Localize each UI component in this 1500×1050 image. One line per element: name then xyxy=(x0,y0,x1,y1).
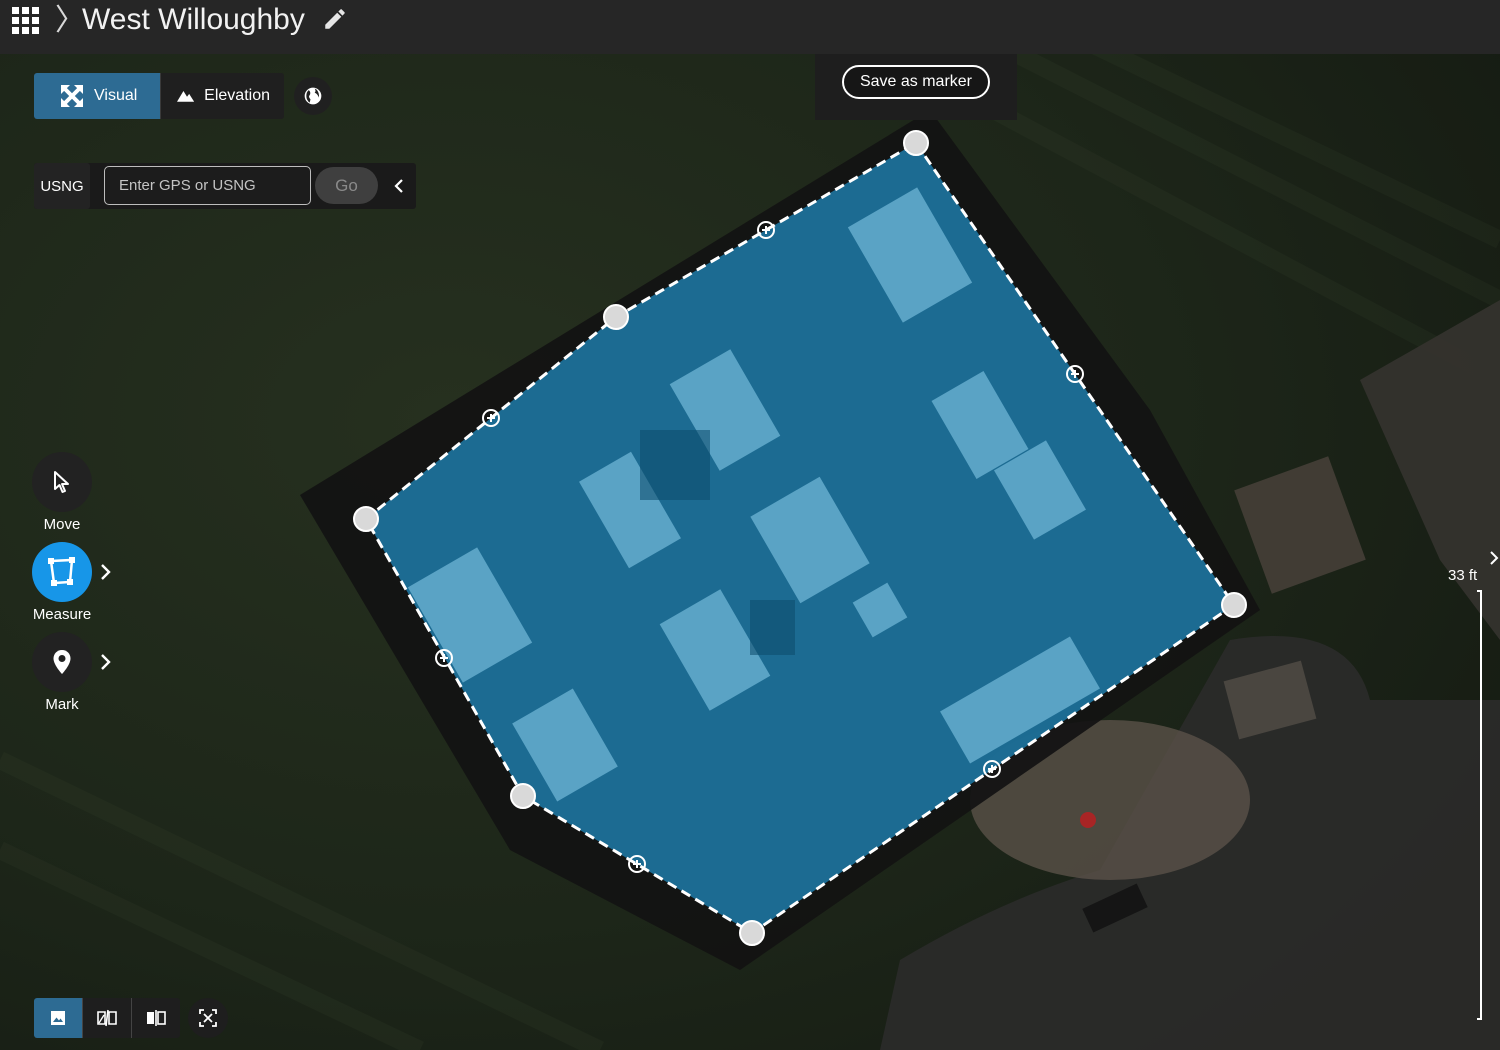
visual-view-button[interactable]: Visual xyxy=(34,73,160,119)
side-by-side-button[interactable] xyxy=(131,998,180,1038)
zoom-to-extent-button[interactable] xyxy=(188,998,228,1038)
mark-tool-button[interactable] xyxy=(32,632,92,692)
cursor-arrow-icon xyxy=(54,471,69,493)
polygon-measure-icon xyxy=(48,557,75,586)
scale-bar-label: 33 ft xyxy=(1448,567,1478,584)
side-by-side-icon xyxy=(147,1010,166,1026)
zoom-extent-icon xyxy=(199,1009,217,1027)
bottom-view-toolbar xyxy=(34,998,180,1038)
image-view-icon xyxy=(51,1011,65,1025)
single-image-view-button[interactable] xyxy=(34,998,82,1038)
apps-grid-icon[interactable] xyxy=(12,7,39,34)
collapse-search-button[interactable] xyxy=(388,172,410,200)
measure-tool-button[interactable] xyxy=(32,542,92,602)
go-button[interactable]: Go xyxy=(315,167,378,204)
compare-split-icon xyxy=(97,1009,117,1027)
location-search-input[interactable] xyxy=(104,166,311,205)
basemap-globe-button[interactable] xyxy=(294,77,332,115)
visual-view-label: Visual xyxy=(94,87,138,104)
visual-layer-icon xyxy=(61,85,83,107)
mark-options-chevron-icon[interactable] xyxy=(99,652,113,672)
move-tool-button[interactable] xyxy=(32,452,92,512)
compare-split-button[interactable] xyxy=(82,998,131,1038)
scale-bar xyxy=(1477,590,1482,1020)
pencil-icon[interactable] xyxy=(322,6,348,32)
measure-options-chevron-icon[interactable] xyxy=(99,562,113,582)
globe-icon xyxy=(304,87,322,105)
side-panel-chevron-icon[interactable] xyxy=(1488,548,1500,568)
mark-tool-label: Mark xyxy=(45,696,79,713)
elevation-view-button[interactable]: Elevation xyxy=(160,73,284,119)
chevron-left-icon xyxy=(394,179,403,193)
measure-tool-label: Measure xyxy=(32,606,92,623)
view-mode-toggle: Visual Elevation xyxy=(34,73,284,119)
move-tool-label: Move xyxy=(43,516,81,533)
coordinate-system-selector[interactable]: USNG xyxy=(34,163,90,209)
mountain-icon xyxy=(177,90,195,102)
map-canvas[interactable] xyxy=(0,0,1500,1050)
project-title: West Willoughby xyxy=(82,3,305,36)
map-pin-icon xyxy=(53,650,71,674)
save-as-marker-button[interactable]: Save as marker xyxy=(842,65,990,99)
aerial-imagery xyxy=(0,0,1500,1050)
top-bar: 〉 West Willoughby xyxy=(0,0,1500,54)
elevation-view-label: Elevation xyxy=(204,87,270,104)
breadcrumb-chevron-icon: 〉 xyxy=(55,3,85,38)
